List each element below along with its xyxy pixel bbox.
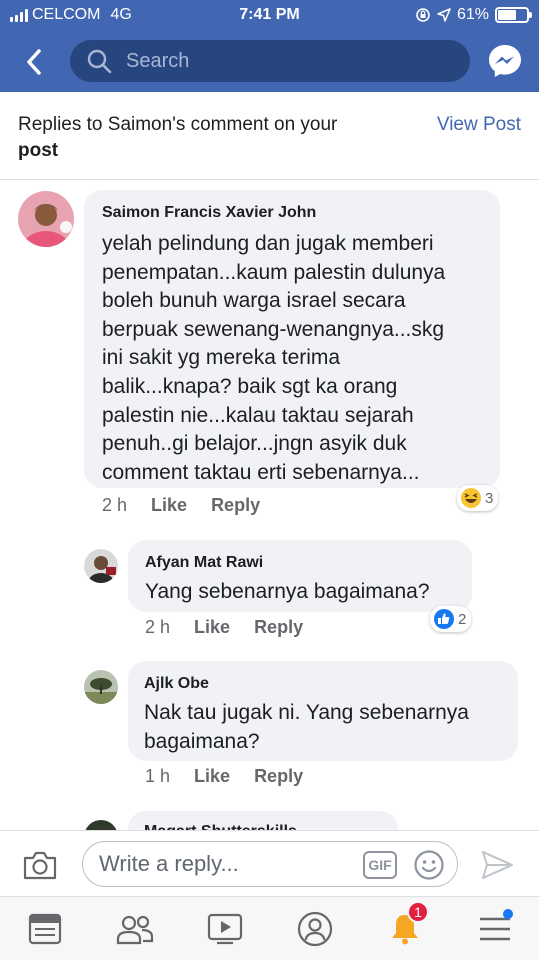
news-feed-icon	[28, 913, 62, 945]
comment-author[interactable]: Saimon Francis Xavier John	[102, 204, 316, 222]
comment-line: bagaimana?	[144, 729, 260, 753]
gif-button[interactable]: GIF	[363, 851, 397, 879]
comment-text: Nak tau jugak ni. Yang sebenarnya bagaim…	[144, 699, 469, 756]
nav-news-feed[interactable]	[25, 909, 65, 949]
status-bar: CELCOM 4G 7:41 PM 61%	[0, 0, 539, 32]
reply-bubble: Ajlk Obe Nak tau jugak ni. Yang sebenarn…	[128, 661, 518, 761]
avatar-saimon[interactable]	[18, 191, 74, 247]
view-post-link[interactable]: View Post	[437, 112, 521, 138]
like-button[interactable]: Like	[194, 617, 230, 638]
send-arrow-icon	[482, 851, 513, 879]
chevron-left-icon	[27, 49, 41, 75]
notification-badge: 1	[407, 901, 429, 923]
comment-actions: 2 h Like Reply	[102, 495, 260, 516]
reaction-count: 3	[485, 489, 494, 507]
page-title-line2: post	[18, 140, 59, 161]
comment-line: ini sakit yg mereka terima	[102, 346, 341, 370]
battery-percent: 61%	[456, 6, 489, 23]
location-arrow-icon	[437, 8, 451, 22]
reply-actions: 1 h Like Reply	[145, 766, 303, 787]
like-button[interactable]: Like	[151, 495, 187, 516]
search-icon	[87, 49, 112, 74]
messenger-button[interactable]	[487, 43, 523, 79]
comment-line: boleh bunuh warga israel secara	[102, 289, 406, 313]
reaction-summary[interactable]: 2	[430, 606, 472, 632]
comment-line: comment taktau erti sebenarnya...	[102, 460, 420, 484]
comment-line: yelah pelindung dan jugak memberi	[102, 232, 434, 255]
reply-composer: GIF	[0, 830, 539, 896]
camera-icon	[23, 851, 57, 880]
reply-bubble: Afyan Mat Rawi Yang sebenarnya bagaimana…	[128, 540, 472, 612]
battery-icon	[495, 7, 532, 23]
replies-header: Replies to Saimon's comment on your post…	[0, 92, 539, 180]
comment-author[interactable]: Ajlk Obe	[144, 675, 209, 693]
battery-fill	[498, 10, 517, 20]
menu-update-dot	[503, 909, 513, 919]
avatar-afyan[interactable]	[84, 549, 118, 583]
avatar-ajlk[interactable]	[84, 670, 118, 704]
haha-emoji-icon	[461, 488, 481, 508]
nav-watch[interactable]	[205, 909, 245, 949]
comment-line: berpuak sewenang-wenangnya...skg	[102, 317, 445, 341]
comment-author[interactable]: Afyan Mat Rawi	[145, 554, 263, 572]
camera-button[interactable]	[22, 849, 58, 881]
comment-line: penuh..gi belajor...jngn asyik duk	[102, 432, 407, 456]
comment-bubble: Saimon Francis Xavier John yelah pelindu…	[84, 190, 500, 488]
page-title: Replies to Saimon's comment on your post	[18, 112, 408, 164]
app-root: CELCOM 4G 7:41 PM 61% Replies to Saimon'…	[0, 0, 539, 960]
profile-icon	[297, 911, 333, 947]
send-button[interactable]	[480, 849, 514, 881]
comment-time: 2 h	[102, 495, 128, 515]
reply-input[interactable]	[99, 851, 349, 877]
comment-text: yelah pelindung dan jugak memberi penemp…	[102, 230, 445, 487]
comment-time: 1 h	[145, 766, 171, 786]
reply-button[interactable]: Reply	[254, 617, 303, 638]
reaction-summary[interactable]: 3	[457, 485, 499, 511]
nav-menu[interactable]	[475, 909, 515, 949]
sticker-button[interactable]	[413, 849, 445, 881]
smiley-icon	[414, 850, 444, 880]
page-title-line1: Replies to Saimon's comment on your	[18, 114, 338, 135]
reply-button[interactable]: Reply	[211, 495, 260, 516]
search-bar[interactable]	[70, 40, 470, 82]
reply-button[interactable]: Reply	[254, 766, 303, 787]
comment-line: Nak tau jugak ni. Yang sebenarnya	[144, 701, 469, 724]
profile-photo-icon	[84, 549, 118, 583]
profile-photo-icon	[84, 670, 118, 704]
back-button[interactable]	[14, 42, 54, 82]
reply-field[interactable]: GIF	[82, 841, 458, 887]
profile-photo-icon	[18, 191, 74, 247]
like-button[interactable]: Like	[194, 766, 230, 787]
rotation-lock-icon	[416, 8, 430, 22]
bottom-nav: 1	[0, 896, 539, 960]
nav-friends[interactable]	[115, 909, 155, 949]
reaction-count: 2	[458, 610, 467, 628]
nav-notifications[interactable]: 1	[385, 901, 429, 949]
comment-line: balik...knapa? baik sgt ka orang	[102, 374, 398, 398]
reply-actions: 2 h Like Reply	[145, 617, 303, 638]
comment-line: palestin nie...kalau taktau sejarah	[102, 403, 414, 427]
search-input[interactable]	[126, 49, 446, 73]
friends-icon	[116, 915, 154, 945]
comment-time: 2 h	[145, 617, 171, 637]
messenger-icon	[489, 45, 521, 77]
comment-text: Yang sebenarnya bagaimana?	[145, 580, 430, 603]
comment-line: penempatan...kaum palestin dulunya	[102, 260, 446, 284]
like-thumb-icon	[434, 609, 454, 629]
nav-profile[interactable]	[295, 909, 335, 949]
watch-video-icon	[207, 913, 243, 945]
status-right: 61%	[415, 6, 532, 24]
header-bar: CELCOM 4G 7:41 PM 61%	[0, 0, 539, 92]
